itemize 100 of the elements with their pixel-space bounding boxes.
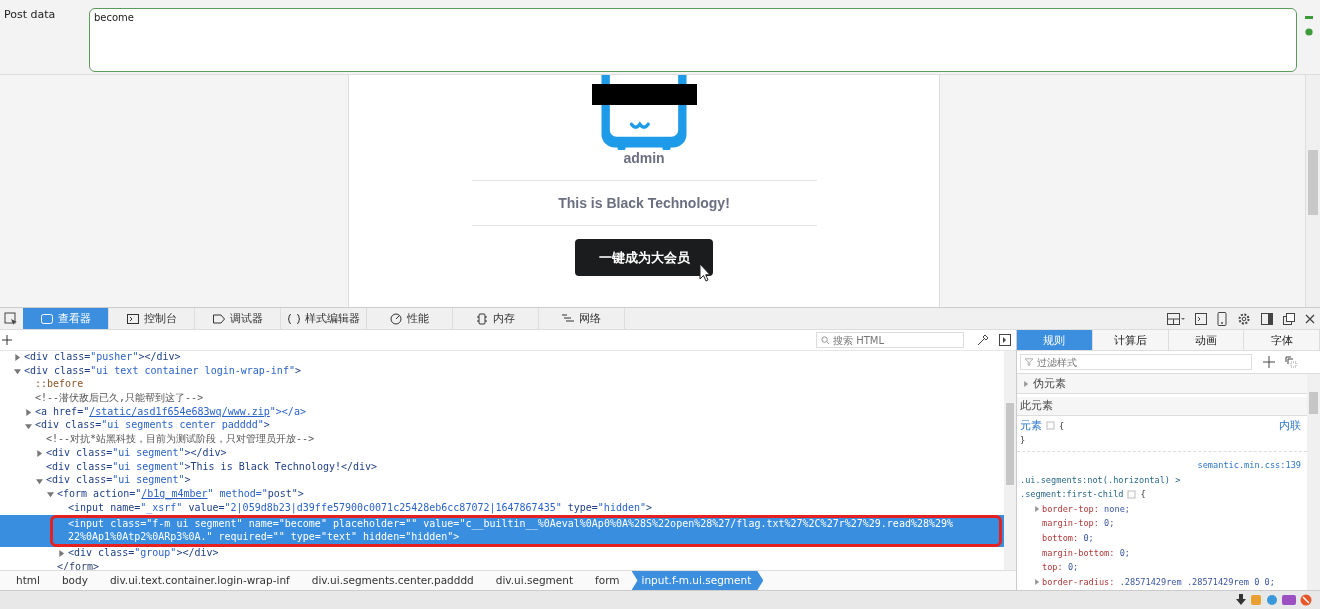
filter-styles-field[interactable]: 过滤样式 [1020,354,1252,370]
rule-source-link[interactable]: semantic.min.css:139 [1197,458,1301,473]
css-value[interactable]: none; [1104,503,1130,514]
breadcrumb[interactable]: div.ui.segment [485,571,586,590]
tree-row[interactable]: </form> [0,560,1004,570]
inspector-icon [40,313,53,324]
post-data-field[interactable]: become [89,8,1297,72]
element-picker-icon[interactable] [4,311,18,326]
tree-row[interactable]: <div class="pusher"></div> [0,351,1004,365]
network-icon [562,313,574,324]
popout-icon[interactable] [1283,312,1295,325]
become-member-button[interactable]: 一键成为大会员 [575,239,713,276]
tree-row[interactable]: <div class="ui segments center padddd"> [0,419,1004,434]
page-scrollbar[interactable] [1305,75,1320,307]
settings-icon[interactable] [1237,311,1251,326]
add-rule-icon[interactable] [1263,356,1275,368]
tree-row[interactable]: <div class="ui segment"></div> [0,446,1004,461]
devtools-tab[interactable]: 内存 [453,308,539,329]
breadcrumb[interactable]: html [6,571,52,590]
css-property[interactable]: border-radius: [1042,576,1115,587]
expanded-arrow-icon[interactable] [36,477,43,485]
css-value[interactable]: 0; [1083,532,1094,543]
collapsed-arrow-icon[interactable] [1034,506,1040,513]
tray-icon[interactable] [1300,594,1312,606]
tree-row[interactable]: <div class="ui text container login-wrap-inf"> [0,364,1004,379]
html-node-text: <div class="ui text container login-wrap-inf"> [24,364,301,378]
sidebar-tab[interactable]: 动画 [1168,330,1245,350]
devtools-tab[interactable]: 网络 [539,308,625,329]
tree-row[interactable]: ::before [0,378,1004,393]
css-selector: .ui.segments:not(.horizontal) > [1020,473,1181,487]
breadcrumb[interactable]: div.ui.text.container.login-wrap-inf [99,571,302,590]
layout-icon[interactable] [1167,312,1185,325]
css-value[interactable]: 0; [1067,562,1079,573]
collapsed-arrow-icon[interactable] [36,450,43,458]
rule-source-link[interactable]: 内联 [1279,418,1301,433]
url-link[interactable]: /b1g_m4mber [141,487,208,501]
console-panel-icon[interactable] [1195,312,1207,325]
expanded-arrow-icon[interactable] [47,491,54,499]
url-link[interactable]: /static/asd1f654e683wq/www.zip [89,405,270,419]
memory-chip-icon [476,312,488,325]
collapsed-arrow-icon[interactable] [25,409,32,417]
css-property[interactable]: top: [1042,562,1063,573]
devtools-tab[interactable]: 调试器 [195,308,281,329]
brace-text: { [1140,488,1146,502]
css-property[interactable]: margin-bottom: [1042,547,1115,558]
tree-scrollbar[interactable] [1004,351,1016,570]
collapsed-arrow-icon[interactable] [1034,579,1040,586]
collapsed-arrow-icon[interactable] [14,354,21,362]
download-icon[interactable] [1236,594,1246,606]
dock-side-icon[interactable] [1261,312,1273,325]
tree-row[interactable]: <form action="/b1g_m4mber" method="post"> [0,487,1004,502]
breadcrumb[interactable]: div.ui.segments.center.padddd [301,571,486,590]
element-selector: 元素 [1020,418,1042,433]
devtools-tab[interactable]: 性能 [367,308,453,329]
sidebar-tab[interactable]: 计算后 [1092,330,1169,350]
breadcrumb[interactable]: body [51,571,100,590]
collapsed-arrow-icon[interactable] [58,550,65,558]
devtools-tab[interactable]: 样式编辑器 [281,308,367,329]
css-value[interactable]: .28571429rem .28571429rem 0 0; [1119,576,1275,587]
html-node-text: <div class="ui segment"></div> [46,446,227,460]
css-property[interactable]: margin-top: [1042,518,1099,529]
highlight-toggle-icon[interactable] [1127,490,1137,499]
html-node-text: <div class="pusher"></div> [24,351,181,364]
eyedropper-icon[interactable] [977,334,989,346]
phone-icon[interactable] [1217,311,1227,326]
html-node-text: <div class="ui segment"> [46,474,191,487]
tray-icon[interactable] [1282,594,1296,606]
expanded-arrow-icon[interactable] [14,368,21,376]
breadcrumb[interactable]: form [585,571,632,590]
html-node-text: " method="post"> [207,487,304,501]
css-property[interactable]: border-top: [1042,503,1099,514]
html-node-text: <!--潜伏敌后已久,只能帮到这了--> [35,392,204,405]
css-value[interactable]: 0; [1104,518,1115,529]
tree-row[interactable]: <div class="group"></div> [0,546,1004,561]
tree-row[interactable]: <!--对抗*站黑科技，目前为测试阶段，只对管理员开放--> [0,433,1004,447]
tree-row[interactable]: <a href="/static/asd1f654e683wq/www.zip"></a> [0,405,1004,420]
tree-row[interactable]: <div class="ui segment"> [0,474,1004,488]
tree-row[interactable]: <div class="ui segment">This is Black Technology!</div> [0,460,1004,475]
collapsed-arrow-icon[interactable] [1023,380,1029,387]
sidebar-toggle-icon[interactable] [999,334,1011,346]
expanded-arrow-icon[interactable] [25,422,32,430]
tree-row[interactable]: <!--潜伏敌后已久,只能帮到这了--> [0,392,1004,406]
search-html-field[interactable]: 搜索 HTML [816,332,964,348]
html-node-text: <input name="_xsrf" value="2|059d8b23|d39ffe57900c0071c25428eb6cc87072|1647867435" type="hidden"> [68,501,653,515]
post-data-label: Post data [3,8,57,21]
minus-icon[interactable] [1305,13,1313,21]
brace-text: } [1020,435,1026,445]
gauge-icon [390,312,402,325]
highlight-toggle-icon[interactable] [1046,421,1055,430]
close-icon[interactable] [1305,313,1315,324]
css-value[interactable]: 0; [1119,547,1130,558]
pseudo-elements-section[interactable]: 伪元素 [1017,374,1307,394]
rules-scrollbar[interactable] [1307,374,1320,590]
tree-row[interactable]: <input name="_xsrf" value="2|059d8b23|d39ffe57900c0071c25428eb6cc87072|1647867435" type="hidden"> [0,501,1004,516]
css-property[interactable]: bottom: [1042,532,1079,543]
tray-icon[interactable] [1266,594,1278,606]
sidebar-tab[interactable]: 字体 [1244,330,1320,350]
devtools-tab[interactable]: 控制台 [109,308,195,329]
add-node-icon[interactable] [2,335,12,345]
toggle-classes-icon[interactable] [1285,356,1297,368]
